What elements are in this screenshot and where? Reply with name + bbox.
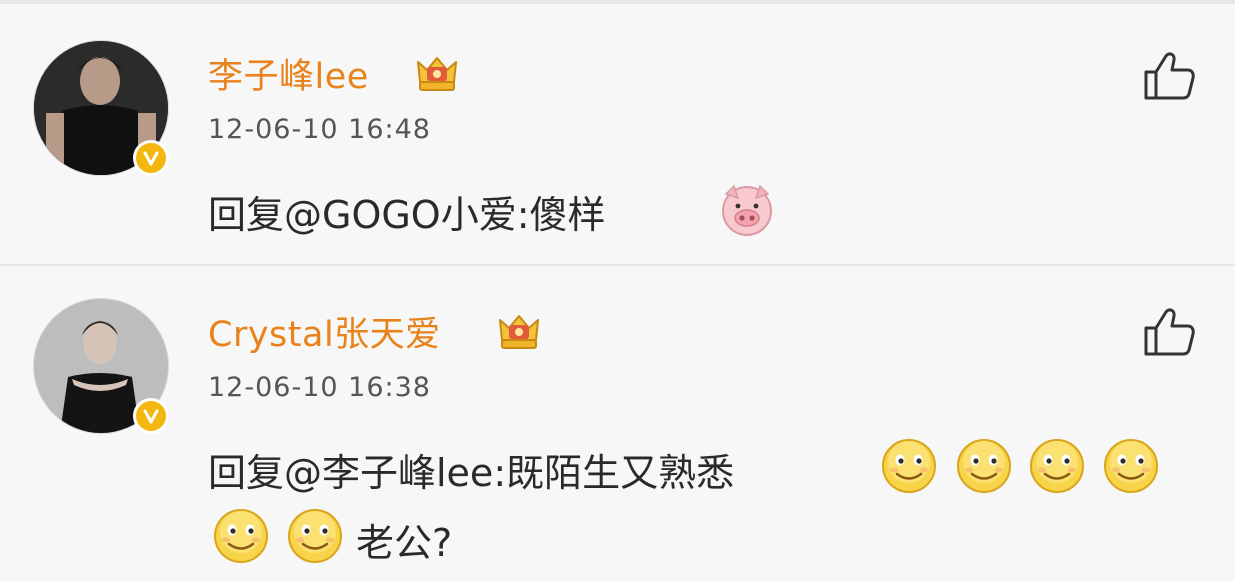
verified-badge: [133, 398, 169, 434]
like-icon[interactable]: [1142, 306, 1196, 358]
timestamp: 12-06-10 16:48: [208, 114, 431, 145]
verified-v-icon: [141, 406, 161, 426]
smile-emoji: [1102, 436, 1160, 494]
smile-emoji: [955, 436, 1013, 494]
timestamp: 12-06-10 16:38: [208, 372, 431, 403]
crown-icon: [496, 310, 542, 352]
top-divider: [0, 0, 1235, 4]
username[interactable]: 李子峰lee: [208, 48, 369, 99]
comment-text-continued: 老公?: [356, 521, 453, 565]
like-icon[interactable]: [1142, 50, 1196, 102]
verified-v-icon: [141, 148, 161, 168]
verified-badge: [133, 140, 169, 176]
crown-icon: [414, 52, 460, 94]
smile-emoji: [1028, 436, 1086, 494]
comment-item: Crystal张天爱 12-06-10 16:38 回复@李子峰lee:既陌生又…: [0, 266, 1235, 581]
avatar[interactable]: [33, 40, 169, 176]
comment-item: 李子峰lee 12-06-10 16:48 回复@GOGO小爱:傻样: [0, 6, 1235, 264]
avatar[interactable]: [33, 298, 169, 434]
smile-emoji: [212, 506, 270, 564]
comment-text: 回复@GOGO小爱:傻样: [208, 193, 606, 237]
smile-emoji: [880, 436, 938, 494]
comment-text: 回复@李子峰lee:既陌生又熟悉: [208, 451, 735, 495]
smile-emoji: [286, 506, 344, 564]
username[interactable]: Crystal张天爱: [208, 306, 441, 357]
pig-emoji: [718, 180, 776, 238]
